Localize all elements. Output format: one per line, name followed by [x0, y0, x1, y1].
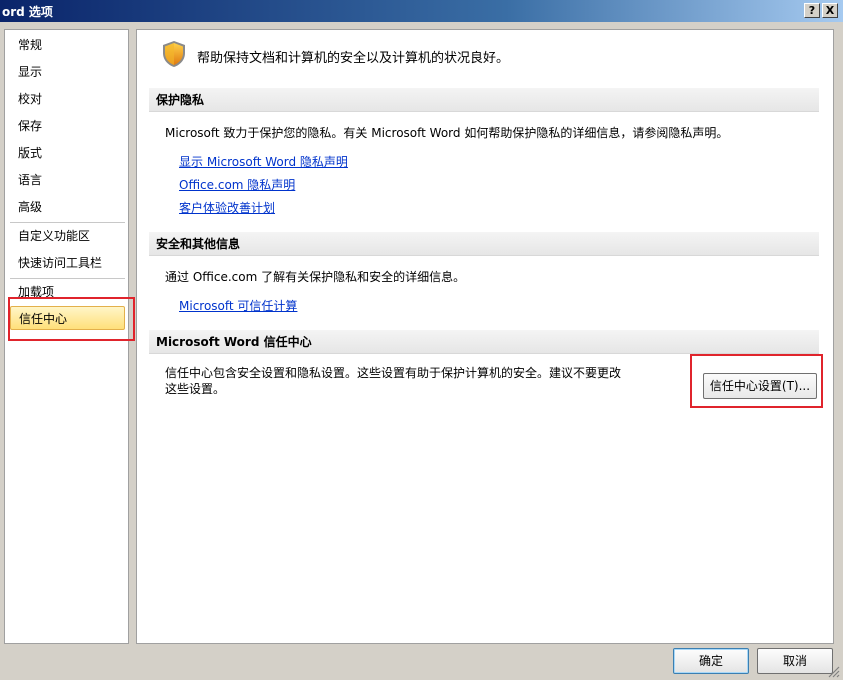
- trust-center-text-line: 信任中心包含安全设置和隐私设置。这些设置有助于保护计算机的安全。建议不要更改: [165, 366, 622, 380]
- sidebar-item-language[interactable]: 语言: [10, 168, 125, 192]
- highlight-box-trust-center-button: [690, 354, 823, 408]
- ok-button[interactable]: 确定: [673, 648, 749, 674]
- word-privacy-statement-link[interactable]: 显示 Microsoft Word 隐私声明: [179, 153, 348, 170]
- highlight-box-trust-center-item: [8, 297, 135, 341]
- banner: 帮助保持文档和计算机的安全以及计算机的状况良好。: [159, 40, 819, 70]
- sidebar-item-customize-ribbon[interactable]: 自定义功能区: [10, 224, 125, 248]
- trustworthy-computing-link[interactable]: Microsoft 可信任计算: [179, 297, 297, 314]
- office-privacy-statement-link[interactable]: Office.com 隐私声明: [179, 176, 295, 193]
- shield-icon: [163, 41, 185, 67]
- sidebar-item-advanced[interactable]: 高级: [10, 195, 125, 219]
- sidebar-item-display[interactable]: 显示: [10, 60, 125, 84]
- title-bar[interactable]: ord 选项 ? X: [0, 0, 843, 22]
- sidebar-item-layout[interactable]: 版式: [10, 141, 125, 165]
- trust-center-text: 信任中心包含安全设置和隐私设置。这些设置有助于保护计算机的安全。建议不要更改 这…: [165, 365, 635, 397]
- sidebar-item-general[interactable]: 常规: [10, 33, 125, 57]
- sidebar-item-quick-access-toolbar[interactable]: 快速访问工具栏: [10, 251, 125, 275]
- banner-text: 帮助保持文档和计算机的安全以及计算机的状况良好。: [197, 51, 510, 66]
- sidebar-divider: [10, 222, 125, 223]
- help-button[interactable]: ?: [804, 3, 820, 18]
- privacy-text: Microsoft 致力于保护您的隐私。有关 Microsoft Word 如何…: [165, 126, 729, 140]
- sidebar-divider: [10, 278, 125, 279]
- window-title: ord 选项: [2, 5, 53, 19]
- trust-center-panel: 帮助保持文档和计算机的安全以及计算机的状况良好。 保护隐私 Microsoft …: [136, 29, 834, 644]
- customer-experience-program-link[interactable]: 客户体验改善计划: [179, 199, 275, 216]
- security-text: 通过 Office.com 了解有关保护隐私和安全的详细信息。: [165, 270, 466, 284]
- sidebar-item-save[interactable]: 保存: [10, 114, 125, 138]
- trust-center-section-heading: Microsoft Word 信任中心: [149, 330, 819, 354]
- sidebar-item-proofing[interactable]: 校对: [10, 87, 125, 111]
- word-options-window: ord 选项 ? X 常规 显示 校对 保存 版式 语言 高级 自定义功能区 快…: [0, 0, 843, 680]
- close-button[interactable]: X: [822, 3, 838, 18]
- privacy-section-heading: 保护隐私: [149, 88, 819, 112]
- cancel-button[interactable]: 取消: [757, 648, 833, 674]
- resize-grip-icon[interactable]: [826, 664, 840, 678]
- security-section-heading: 安全和其他信息: [149, 232, 819, 256]
- trust-center-text-line: 这些设置。: [165, 382, 226, 396]
